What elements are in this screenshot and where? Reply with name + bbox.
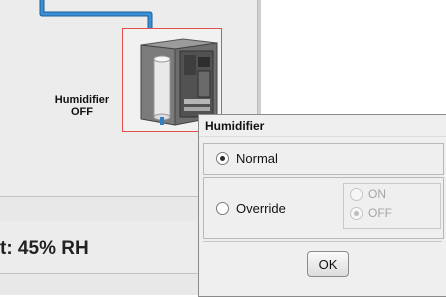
device-status: OFF xyxy=(71,106,93,118)
ok-button[interactable]: OK xyxy=(307,251,349,277)
humidifier-dialog: Humidifier Normal Override ON OFF OK xyxy=(198,114,446,297)
normal-label[interactable]: Normal xyxy=(236,151,278,166)
on-radio[interactable] xyxy=(350,188,363,201)
on-label[interactable]: ON xyxy=(368,187,386,201)
normal-group: Normal xyxy=(203,143,444,175)
device-name: Humidifier xyxy=(54,94,110,106)
off-label[interactable]: OFF xyxy=(368,206,392,220)
override-radio[interactable] xyxy=(216,202,229,215)
normal-radio[interactable] xyxy=(216,152,229,165)
override-label[interactable]: Override xyxy=(236,201,286,216)
override-group: Override ON OFF xyxy=(203,177,444,239)
dialog-button-bar xyxy=(203,241,442,242)
dialog-title: Humidifier xyxy=(199,115,446,137)
device-label: Humidifier OFF xyxy=(40,94,124,118)
override-value-group: ON OFF xyxy=(343,183,441,229)
humidity-reading: t: 45% RH xyxy=(0,238,89,259)
off-radio[interactable] xyxy=(350,207,363,220)
